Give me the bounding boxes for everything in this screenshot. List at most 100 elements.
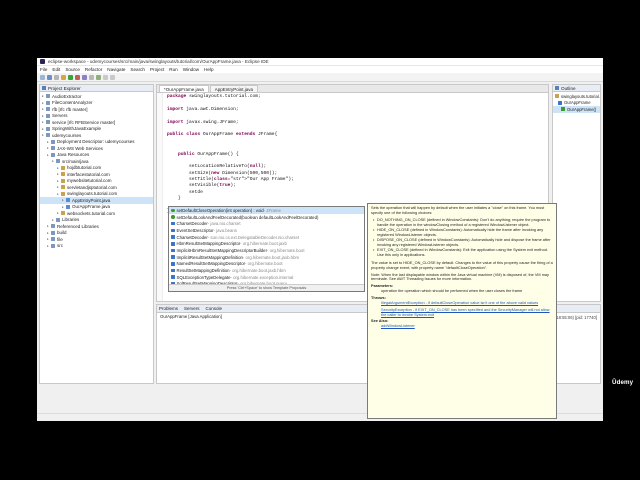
package-icon (61, 172, 65, 177)
expand-arrow-icon[interactable]: ▸ (42, 133, 45, 137)
expand-arrow-icon[interactable]: ▸ (57, 166, 60, 170)
javadoc-throws-2[interactable]: SecurityException - if EXIT_ON_CLOSE has… (381, 308, 553, 318)
next-annotation-icon[interactable] (96, 74, 101, 80)
package-icon (61, 191, 65, 196)
outline-item-label: OurAppFrame (564, 100, 591, 106)
class-icon (171, 268, 175, 273)
menu-project[interactable]: Project (150, 67, 164, 72)
expand-arrow-icon[interactable]: ▸ (57, 179, 60, 183)
expand-arrow-icon[interactable]: ▸ (62, 205, 65, 209)
expand-arrow-icon[interactable]: ▸ (57, 192, 60, 196)
content-assist-item[interactable]: setDefaultLookAndFeelDecorated(boolean d… (169, 214, 364, 221)
open-type-icon[interactable] (82, 74, 87, 80)
outline-tab[interactable]: Outline (553, 85, 600, 92)
tree-item-label: FileContentAnalyzer (52, 100, 93, 106)
menu-help[interactable]: Help (204, 67, 213, 72)
expand-arrow-icon[interactable]: ▸ (42, 114, 45, 118)
expand-arrow-icon[interactable]: ▸ (57, 211, 60, 215)
code-area[interactable]: package swinglayouts.tutorial.com; import… (167, 94, 548, 215)
outline-item[interactable]: OurAppFrame() (553, 106, 600, 113)
expand-arrow-icon[interactable]: ▸ (47, 140, 50, 144)
expand-arrow-icon[interactable]: ▸ (52, 218, 55, 222)
project-icon (51, 224, 55, 229)
menu-edit[interactable]: Edit (52, 67, 60, 72)
forward-icon[interactable] (110, 74, 115, 80)
expand-arrow-icon[interactable]: ▸ (47, 224, 50, 228)
tab-ourappframe[interactable]: *OurAppFrame.java (159, 85, 209, 92)
menu-window[interactable]: Window (183, 67, 199, 72)
tree-item-label: Libraries (62, 217, 80, 223)
expand-arrow-icon[interactable]: ▸ (47, 231, 50, 235)
tree-item-label: swinglayouts.tutorial.com (67, 191, 118, 197)
tree-item-label: hojdbtutorial.com (67, 165, 102, 171)
tree-item-label: src/main/java (62, 158, 89, 164)
expand-arrow-icon[interactable]: ▸ (42, 107, 45, 111)
outline-item[interactable]: swinglayouts.tutorial.com (553, 93, 600, 100)
javadoc-choice: EXIT_ON_CLOSE (defined in WindowConstant… (373, 248, 553, 258)
expand-arrow-icon[interactable]: ▸ (52, 159, 55, 163)
expand-arrow-icon[interactable]: ▸ (42, 94, 45, 98)
content-assist-item[interactable]: HbmResultSetMappingDescriptor - org.hibe… (169, 240, 364, 247)
project-explorer-tab[interactable]: Project Explorer (40, 85, 153, 92)
expand-arrow-icon[interactable]: ▸ (57, 172, 60, 176)
expand-arrow-icon[interactable]: ▸ (47, 237, 50, 241)
content-assist-item[interactable]: ImplicitHbmResultSetMappingDescriptorBui… (169, 247, 364, 254)
menu-search[interactable]: Search (130, 67, 145, 72)
expand-arrow-icon[interactable]: ▸ (47, 146, 50, 150)
tree-item-label: SpringWithJavaExample (52, 126, 102, 132)
class-icon (171, 255, 175, 259)
project-icon (46, 100, 50, 105)
back-icon[interactable] (103, 74, 108, 80)
content-assist-item[interactable]: NamedResultSetMappingDescriptor - org.hi… (169, 261, 364, 268)
tree-item-label: OurAppFrame.java (72, 204, 111, 210)
tree-item-label: Referenced Libraries (57, 223, 99, 229)
menu-source[interactable]: Source (65, 67, 80, 72)
expand-arrow-icon[interactable]: ▸ (42, 127, 45, 131)
expand-arrow-icon[interactable]: ▸ (47, 244, 50, 248)
tree-item[interactable]: ▸ src (40, 243, 153, 250)
debug-icon[interactable] (61, 74, 66, 80)
project-icon (51, 152, 55, 157)
expand-arrow-icon[interactable]: ▸ (42, 120, 45, 124)
expand-arrow-icon[interactable]: ▸ (62, 198, 65, 202)
javadoc-see-link[interactable]: addWindowListener (381, 324, 553, 329)
class-icon (171, 235, 175, 239)
content-assist-item[interactable]: CharsetDecoder - java.nio.charset (169, 220, 364, 227)
save-all-icon[interactable] (54, 74, 59, 80)
tab-appentrypoint[interactable]: AppEntryPoint.java (209, 85, 259, 92)
run-icon[interactable] (68, 74, 73, 80)
tree-item-label: build (57, 230, 67, 236)
javadoc-throws-1[interactable]: IllegalArgumentException - if defaultClo… (381, 301, 553, 306)
content-assist-item[interactable]: setDefaultCloseOperation(int operation) … (169, 207, 364, 214)
content-assist-item[interactable]: EventSetDescriptor - java.beans (169, 227, 364, 234)
project-icon (46, 133, 50, 138)
content-assist-hint: - org.hibernate.boot.jaxb.hbm (242, 254, 300, 260)
expand-arrow-icon[interactable]: ▸ (42, 101, 45, 105)
menu-refactor[interactable]: Refactor (85, 67, 102, 72)
expand-arrow-icon[interactable]: ▸ (47, 153, 50, 157)
content-assist-item[interactable]: CharsetDecoder - sun.nio.cs.ext.Delegata… (169, 234, 364, 241)
new-icon[interactable] (40, 74, 45, 80)
stop-icon[interactable] (75, 74, 80, 80)
expand-arrow-icon[interactable]: ▸ (57, 185, 60, 189)
outline-tree: swinglayouts.tutorial.comOurAppFrameOurA… (553, 92, 600, 114)
tree-item-label: Deployment Descriptor: udemycourses (57, 139, 135, 145)
javadoc-choice: HIDE_ON_CLOSE (defined in WindowConstant… (373, 228, 553, 238)
tab-problems[interactable]: Problems (159, 306, 178, 311)
tab-servers[interactable]: Servers (184, 306, 200, 311)
menu-run[interactable]: Run (169, 67, 177, 72)
menu-file[interactable]: File (40, 67, 47, 72)
content-assist-label: HbmResultSetMappingDescriptor (176, 241, 241, 247)
tab-console[interactable]: Console (206, 306, 223, 311)
save-icon[interactable] (47, 74, 52, 80)
package-icon (61, 165, 65, 170)
method-icon (171, 215, 175, 219)
project-icon (46, 107, 50, 112)
menu-navigate[interactable]: Navigate (107, 67, 125, 72)
content-assist-item[interactable]: ImplicitResultSetMappingDefinition - org… (169, 254, 364, 261)
search-icon[interactable] (89, 74, 94, 80)
window-title: eclipse-workspace - udemycourses/src/mai… (48, 59, 269, 64)
content-assist-item[interactable]: ResultSetMappingDefinition - org.hiberna… (169, 267, 364, 274)
content-assist-label: SQLExceptionTypeDelegate (176, 274, 231, 280)
content-assist-item[interactable]: SQLExceptionTypeDelegate - org.hibernate… (169, 274, 364, 281)
